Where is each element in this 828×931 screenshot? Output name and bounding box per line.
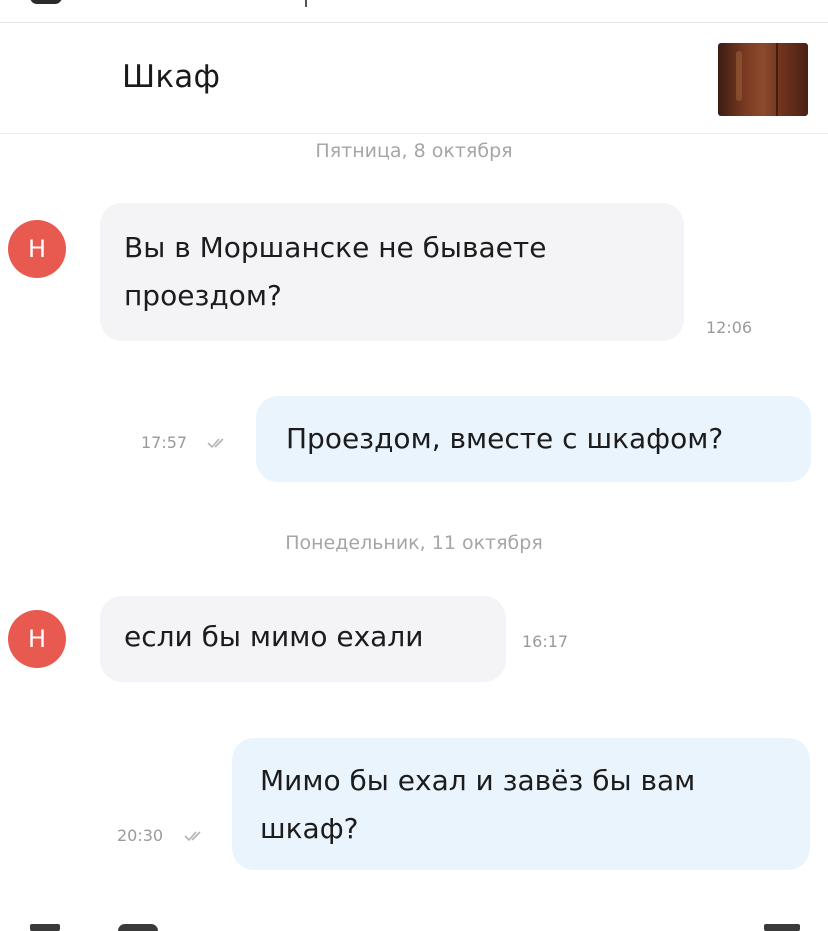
message-time: 20:30 bbox=[117, 826, 164, 845]
message-time: 17:57 bbox=[141, 433, 188, 452]
double-check-icon bbox=[207, 438, 224, 449]
item-thumbnail[interactable] bbox=[718, 43, 808, 116]
sender-avatar[interactable]: Н bbox=[8, 610, 66, 668]
double-check-icon bbox=[184, 831, 201, 842]
message-text-line: проездом? bbox=[124, 279, 282, 312]
bottom-icon[interactable] bbox=[764, 924, 800, 931]
message-text: если бы мимо ехали bbox=[124, 620, 424, 653]
outgoing-message[interactable]: Мимо бы ехал и завёз бы вам шкаф? bbox=[232, 738, 810, 870]
header-divider bbox=[0, 133, 828, 134]
thumbnail-shine bbox=[736, 51, 742, 101]
status-divider bbox=[305, 0, 307, 7]
bottom-bar-fragment bbox=[0, 918, 828, 931]
bottom-icon[interactable] bbox=[30, 924, 60, 931]
message-text-line: шкаф? bbox=[260, 812, 359, 845]
incoming-message[interactable]: если бы мимо ехали bbox=[100, 596, 506, 682]
date-separator: Понедельник, 11 октября bbox=[285, 532, 543, 554]
message-text-line: Вы в Моршанске не бываете bbox=[124, 231, 547, 264]
message-time: 16:17 bbox=[522, 632, 569, 651]
message-time: 12:06 bbox=[706, 318, 753, 337]
message-text-line: Мимо бы ехал и завёз бы вам bbox=[260, 764, 696, 797]
sender-avatar[interactable]: Н bbox=[8, 220, 66, 278]
incoming-message[interactable]: Вы в Моршанске не бываете проездом? 12:0… bbox=[100, 203, 752, 341]
chat-title[interactable]: Шкаф bbox=[122, 59, 220, 95]
outgoing-message[interactable]: Проездом, вместе с шкафом? bbox=[256, 396, 811, 482]
status-bar-fragment bbox=[0, 0, 828, 8]
bottom-icon[interactable] bbox=[118, 924, 158, 931]
date-separator: Пятница, 8 октября bbox=[315, 140, 513, 162]
chat-header: Шкаф bbox=[0, 23, 828, 133]
thumbnail-door-line bbox=[776, 43, 778, 116]
message-text: Проездом, вместе с шкафом? bbox=[286, 422, 724, 455]
chat-screen: Шкаф Пятница, 8 октября Н Вы в Моршанске… bbox=[0, 0, 828, 931]
status-icon bbox=[30, 0, 62, 4]
